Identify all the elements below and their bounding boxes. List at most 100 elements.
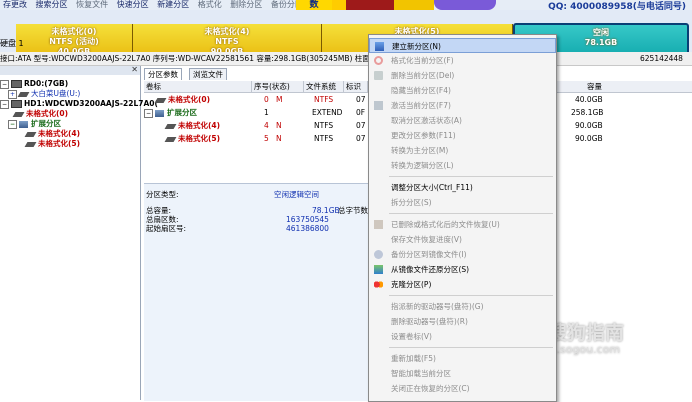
partition-icon — [24, 131, 37, 137]
tab-browse-files[interactable]: 浏览文件 — [189, 68, 227, 80]
delete-icon — [374, 71, 383, 80]
menu-item[interactable]: 智能加载当前分区 — [369, 366, 556, 381]
menu-item-label: 重新加载(F5) — [391, 354, 436, 363]
collapse-icon[interactable]: − — [144, 108, 153, 118]
menu-item-label: 删除驱动器号(盘符)(R) — [391, 317, 468, 326]
menu-item[interactable]: 更改分区参数(F11) — [369, 128, 556, 143]
col-id[interactable]: 标识 — [344, 81, 368, 92]
menu-item[interactable]: 指派新的驱动器号(盘符)(G) — [369, 299, 556, 314]
toolbar-search-partition[interactable]: 搜索分区 — [33, 0, 71, 10]
tab-partition-params[interactable]: 分区参数 — [144, 68, 182, 80]
collapse-icon[interactable]: − — [0, 79, 9, 89]
menu-item[interactable]: 激活当前分区(F7) — [369, 98, 556, 113]
tree-node-hd1[interactable]: − HD1:WDCWD3200AAJS-22L7A0( — [0, 99, 158, 109]
menu-item-label: 更改分区参数(F11) — [391, 131, 456, 140]
menu-item-label: 调整分区大小(Ctrl_F11) — [391, 183, 473, 192]
menu-item[interactable]: 取消分区激活状态(A) — [369, 113, 556, 128]
disk-tree: ✕ − RD0:(7GB) + 大白菜U盘(U:) − HD1:WDCWD3200AA… — [0, 65, 158, 400]
menu-item[interactable]: 删除当前分区(Del) — [369, 68, 556, 83]
toolbar-delete-partition[interactable]: 删除分区 — [227, 0, 265, 10]
menu-item[interactable]: 转换为主分区(M) — [369, 143, 556, 158]
menu-separator — [389, 295, 553, 296]
menu-item-label: 取消分区激活状态(A) — [391, 116, 462, 125]
col-number-status[interactable]: 序号(状态) — [252, 81, 304, 92]
detail-type-label: 分区类型: — [146, 190, 179, 199]
menu-item-label: 备份分区到镜像文件(I) — [391, 250, 467, 259]
extended-partition-icon — [19, 120, 28, 128]
menu-item[interactable]: 重新加载(F5) — [369, 351, 556, 366]
toolbar-recover-files[interactable]: 恢复文件 — [73, 0, 111, 10]
detail-start-label: 起始扇区号: — [146, 224, 187, 233]
watermark-text: 搜狗指南 — [548, 322, 625, 344]
disk-icon — [11, 80, 22, 88]
menu-item-label: 指派新的驱动器号(盘符)(G) — [391, 302, 484, 311]
menu-item[interactable]: 保存文件恢复进度(V) — [369, 232, 556, 247]
menu-item[interactable]: 调整分区大小(Ctrl_F11) — [369, 180, 556, 195]
menu-separator — [389, 347, 553, 348]
tree-node-unformatted-5[interactable]: 未格式化(5) — [24, 139, 80, 149]
menu-item-label: 转换为逻辑分区(L) — [391, 161, 454, 170]
tree-node-usb[interactable]: + 大白菜U盘(U:) — [8, 89, 80, 99]
detail-sectors-label: 总扇区数: — [146, 215, 179, 224]
new-partition-icon — [375, 42, 384, 51]
collapse-icon[interactable]: − — [8, 119, 17, 129]
tree-node-rd0[interactable]: − RD0:(7GB) — [0, 79, 68, 89]
capacity-value: 90.0GB — [575, 134, 603, 143]
col-volume-label[interactable]: 卷标 — [144, 81, 252, 92]
menu-item[interactable]: 建立新分区(N) — [369, 38, 556, 53]
disk-info-line: 接口:ATA 型号:WDCWD3200AAJS-22L7A0 序列号:WD-WC… — [0, 52, 692, 66]
capacity-value: 90.0GB — [575, 121, 603, 130]
menu-item-label: 关闭正在恢复的分区(C) — [391, 384, 470, 393]
menu-item-label: 从镜像文件还原分区(S) — [391, 265, 470, 274]
detail-total-label: 总容量: — [146, 206, 172, 215]
detail-sectors-value: 163750545 — [286, 215, 329, 224]
menu-item[interactable]: 克隆分区(P) — [369, 277, 556, 292]
toolbar-save-changes[interactable]: 存更改 — [0, 0, 30, 10]
menu-item[interactable]: 备份分区到镜像文件(I) — [369, 247, 556, 262]
capacity-value: 258.1GB — [571, 108, 604, 117]
menu-item[interactable]: 已删除或格式化后的文件恢复(U) — [369, 217, 556, 232]
menu-item-label: 转换为主分区(M) — [391, 146, 449, 155]
activate-icon — [374, 101, 383, 110]
col-filesystem[interactable]: 文件系统 — [304, 81, 344, 92]
toolbar-format[interactable]: 格式化 — [195, 0, 225, 10]
tree-node-unformatted-0[interactable]: 未格式化(0) — [12, 109, 68, 119]
toolbar-quick-partition[interactable]: 快速分区 — [114, 0, 152, 10]
expand-icon[interactable]: + — [8, 89, 17, 99]
menu-item-label: 智能加载当前分区 — [391, 369, 451, 378]
menu-item-label: 格式化当前分区(F) — [391, 56, 454, 65]
ad-banner: 数 — [296, 0, 496, 10]
partition-icon — [12, 111, 25, 117]
tree-node-unformatted-4[interactable]: 未格式化(4) — [24, 129, 80, 139]
menu-item[interactable]: 关闭正在恢复的分区(C) — [369, 381, 556, 396]
tree-node-extended[interactable]: − 扩展分区 — [8, 119, 61, 129]
menu-item-label: 已删除或格式化后的文件恢复(U) — [391, 220, 500, 229]
detail-type-value: 空闲逻辑空间 — [274, 190, 319, 199]
menu-item[interactable]: 转换为逻辑分区(L) — [369, 158, 556, 173]
menu-item[interactable]: 隐藏当前分区(F4) — [369, 83, 556, 98]
partition-icon — [154, 97, 167, 103]
menu-item[interactable]: 删除驱动器号(盘符)(R) — [369, 314, 556, 329]
capacity-value: 40.0GB — [575, 95, 603, 104]
close-icon[interactable]: ✕ — [131, 65, 138, 74]
menu-item-label: 设置卷标(V) — [391, 332, 432, 341]
disk-label: 硬盘 1 — [0, 39, 24, 48]
context-menu: 建立新分区(N) 格式化当前分区(F) 删除当前分区(Del) 隐藏当前分区(F4) 激… — [368, 34, 557, 402]
col-capacity[interactable]: 容量 — [587, 81, 602, 92]
extended-partition-icon — [155, 109, 164, 117]
menu-item[interactable]: 格式化当前分区(F) — [369, 53, 556, 68]
toolbar: 存更改 搜索分区 恢复文件 快速分区 新建分区 格式化 删除分区 备份分区 数 … — [0, 0, 692, 10]
detail-total-value: 78.1GB — [312, 206, 340, 215]
toolbar-new-partition[interactable]: 新建分区 — [154, 0, 192, 10]
restore-icon — [374, 265, 383, 274]
backup-icon — [374, 250, 383, 259]
menu-item-label: 激活当前分区(F7) — [391, 101, 451, 110]
partition-icon — [17, 91, 30, 97]
collapse-icon[interactable]: − — [0, 99, 9, 109]
format-icon — [374, 56, 383, 65]
menu-item-label: 保存文件恢复进度(V) — [391, 235, 462, 244]
menu-item[interactable]: 从镜像文件还原分区(S) — [369, 262, 556, 277]
menu-item[interactable]: 设置卷标(V) — [369, 329, 556, 344]
menu-separator — [389, 176, 553, 177]
menu-item[interactable]: 拆分分区(S) — [369, 195, 556, 210]
